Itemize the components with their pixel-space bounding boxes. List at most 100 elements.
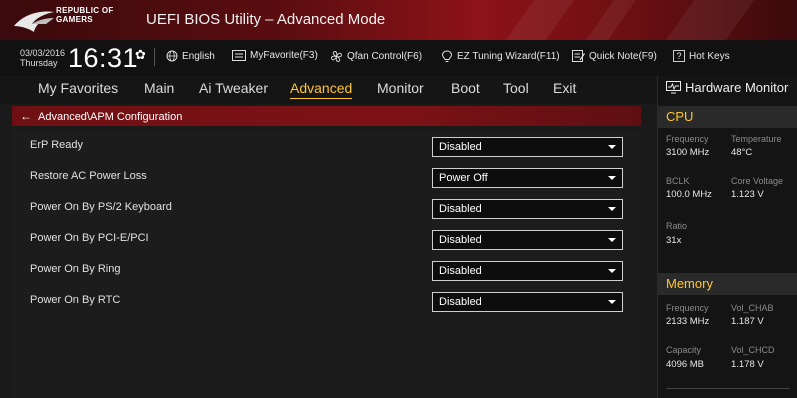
power-on-by-ring-dropdown[interactable]: Disabled xyxy=(432,261,623,281)
cpu-temperature-value: 48°C xyxy=(731,147,753,158)
setting-row-power-on-by-ring: Power On By Ring Disabled xyxy=(12,256,641,286)
date-display: 03/03/2016 Thursday xyxy=(20,48,65,68)
tab-main[interactable]: Main xyxy=(144,80,174,96)
chevron-down-icon xyxy=(608,176,616,180)
chevron-down-icon xyxy=(608,207,616,211)
back-arrow-icon[interactable]: ← xyxy=(20,109,32,123)
bclk-label: BCLK xyxy=(666,176,690,186)
qfan-control-button[interactable]: Qfan Control(F6) xyxy=(330,50,422,63)
hardware-monitor-title: Hardware Monitor xyxy=(666,80,788,95)
settings-panel: ErP Ready Disabled Restore AC Power Loss… xyxy=(12,130,641,398)
erp-ready-dropdown[interactable]: Disabled xyxy=(432,137,623,157)
vol-chab-label: Vol_CHAB xyxy=(731,303,774,313)
power-on-by-ps2-keyboard-dropdown[interactable]: Disabled xyxy=(432,199,623,219)
bclk-value: 100.0 MHz xyxy=(666,189,712,200)
core-voltage-label: Core Voltage xyxy=(731,176,784,186)
dropdown-value: Disabled xyxy=(439,141,482,153)
setting-label: Power On By RTC xyxy=(30,294,121,306)
info-bar: 03/03/2016 Thursday 16:31 ✿ English MyFa… xyxy=(0,40,797,76)
setting-row-power-on-by-pcie-pci: Power On By PCI-E/PCI Disabled xyxy=(12,225,641,255)
dropdown-value: Disabled xyxy=(439,203,482,215)
fan-icon xyxy=(331,51,342,62)
tab-advanced[interactable]: Advanced xyxy=(290,80,353,99)
divider xyxy=(666,388,790,389)
tab-tool[interactable]: Tool xyxy=(503,80,529,96)
date-text: 03/03/2016 xyxy=(20,48,66,58)
gear-icon[interactable]: ✿ xyxy=(135,47,146,63)
day-text: Thursday xyxy=(20,58,58,68)
tab-my-favorites[interactable]: My Favorites xyxy=(38,80,118,96)
brand-text: REPUBLIC OF GAMERS xyxy=(56,6,114,24)
restore-ac-power-loss-dropdown[interactable]: Power Off xyxy=(432,168,623,188)
chevron-down-icon xyxy=(608,238,616,242)
setting-label: ErP Ready xyxy=(30,139,83,151)
cpu-section-header: CPU xyxy=(658,106,797,128)
cpu-temperature-label: Temperature xyxy=(731,134,782,144)
myfavorite-label: MyFavorite(F3) xyxy=(250,50,318,61)
vol-chcd-value: 1.178 V xyxy=(731,359,764,370)
title-bar-decoration xyxy=(665,0,755,40)
cpu-section-title: CPU xyxy=(666,109,694,124)
core-voltage-value: 1.123 V xyxy=(731,189,764,200)
breadcrumb-text: Advanced\APM Configuration xyxy=(38,111,183,123)
hot-keys-label: Hot Keys xyxy=(689,50,730,62)
setting-row-power-on-by-ps2-keyboard: Power On By PS/2 Keyboard Disabled xyxy=(12,194,641,224)
chevron-down-icon xyxy=(608,269,616,273)
language-label: English xyxy=(182,50,215,62)
title-bar-decoration xyxy=(585,0,637,40)
favorites-icon xyxy=(232,50,246,61)
hotkeys-icon: ? xyxy=(673,50,685,62)
setting-label: Power On By PS/2 Keyboard xyxy=(30,201,172,213)
globe-icon xyxy=(166,50,178,62)
hot-keys-button[interactable]: ? Hot Keys xyxy=(673,50,730,62)
tab-monitor[interactable]: Monitor xyxy=(377,80,424,96)
quick-note-button[interactable]: Quick Note(F9) xyxy=(572,50,657,62)
cpu-frequency-label: Frequency xyxy=(666,134,709,144)
vol-chab-value: 1.187 V xyxy=(731,316,764,327)
setting-row-power-on-by-rtc: Power On By RTC Disabled xyxy=(12,287,641,317)
main-menu: My Favorites Main Ai Tweaker Advanced Mo… xyxy=(0,76,657,104)
capacity-value: 4096 MB xyxy=(666,359,705,370)
setting-label: Restore AC Power Loss xyxy=(30,170,147,182)
language-button[interactable]: English xyxy=(166,50,215,62)
divider xyxy=(154,48,155,66)
qfan-label: Qfan Control(F6) xyxy=(347,51,423,62)
title-bar-decoration xyxy=(505,0,575,40)
dropdown-value: Disabled xyxy=(439,234,482,246)
dropdown-value: Power Off xyxy=(439,172,488,184)
setting-row-restore-ac-power-loss: Restore AC Power Loss Power Off xyxy=(12,163,641,193)
memory-frequency-value: 2133 MHz xyxy=(666,316,710,327)
note-icon xyxy=(572,50,585,62)
vol-chcd-label: Vol_CHCD xyxy=(731,345,775,355)
memory-section-title: Memory xyxy=(666,276,713,291)
tab-boot[interactable]: Boot xyxy=(451,80,480,96)
power-on-by-pcie-pci-dropdown[interactable]: Disabled xyxy=(432,230,623,250)
ez-tuning-wizard-button[interactable]: EZ Tuning Wizard(F11) xyxy=(441,50,560,63)
chevron-down-icon xyxy=(608,145,616,149)
quick-note-label: Quick Note(F9) xyxy=(589,50,657,62)
hardware-monitor-panel: Hardware Monitor CPU Frequency Temperatu… xyxy=(657,76,797,398)
ez-tuning-label: EZ Tuning Wizard(F11) xyxy=(457,51,560,62)
dropdown-value: Disabled xyxy=(439,296,482,308)
tab-exit[interactable]: Exit xyxy=(553,80,576,96)
chevron-down-icon xyxy=(608,300,616,304)
clock-time: 16:31 xyxy=(68,43,139,73)
cpu-frequency-value: 3100 MHz xyxy=(666,147,710,158)
ratio-label: Ratio xyxy=(666,221,688,231)
breadcrumb[interactable]: ← Advanced\APM Configuration xyxy=(12,106,641,126)
capacity-label: Capacity xyxy=(666,345,702,355)
power-on-by-rtc-dropdown[interactable]: Disabled xyxy=(432,292,623,312)
brand-line-1: REPUBLIC OF xyxy=(56,6,114,15)
memory-frequency-label: Frequency xyxy=(666,303,709,313)
setting-label: Power On By PCI-E/PCI xyxy=(30,232,149,244)
tab-ai-tweaker[interactable]: Ai Tweaker xyxy=(199,80,268,96)
dropdown-value: Disabled xyxy=(439,265,482,277)
setting-label: Power On By Ring xyxy=(30,263,121,275)
memory-section-header: Memory xyxy=(658,273,797,295)
app-title: UEFI BIOS Utility – Advanced Mode xyxy=(146,11,386,28)
hardware-monitor-label: Hardware Monitor xyxy=(685,80,789,95)
setting-row-erp-ready: ErP Ready Disabled xyxy=(12,132,641,162)
myfavorite-button[interactable]: MyFavorite(F3) xyxy=(232,50,318,61)
bulb-icon xyxy=(441,50,453,62)
ratio-value: 31x xyxy=(666,235,682,246)
